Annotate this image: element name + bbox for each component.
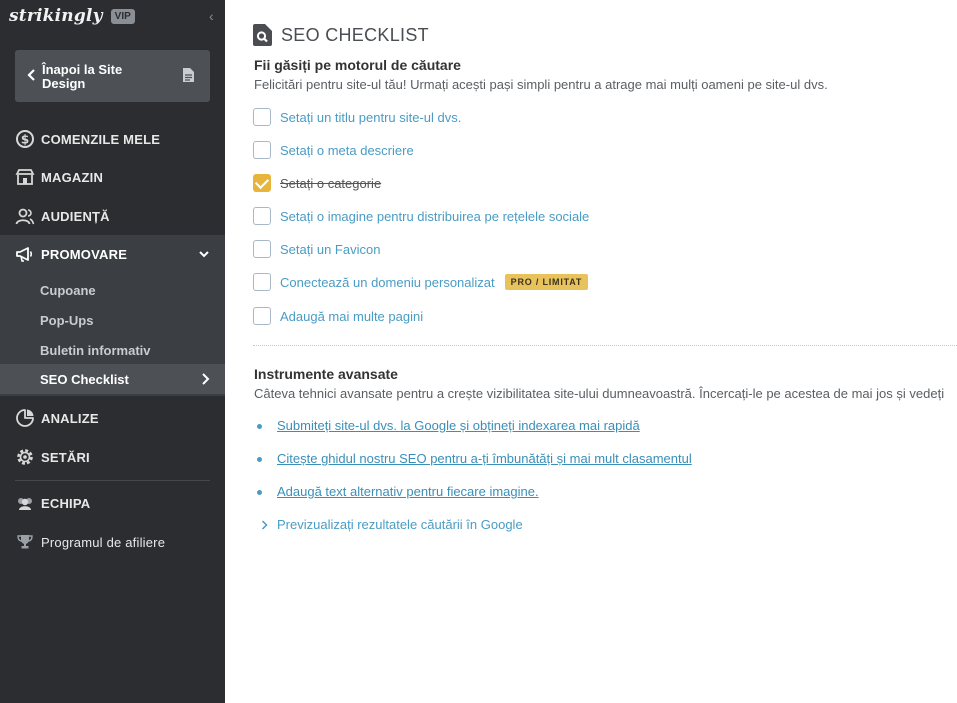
chevron-left-icon (27, 69, 35, 81)
checklist-item-more-pages[interactable]: Adaugă mai multe pagini (253, 307, 423, 325)
trophy-icon (17, 535, 33, 549)
search-engine-heading: Fii găsiți pe motorul de căutare (254, 57, 461, 73)
sub-label-popups: Pop-Ups (40, 312, 94, 328)
checklist-item-meta-description[interactable]: Setați o meta descriere (253, 141, 414, 159)
checkbox[interactable] (253, 240, 271, 258)
nav-item-affiliate[interactable]: Programul de afiliere (0, 523, 225, 561)
megaphone-icon (16, 247, 33, 262)
nav-item-team[interactable]: ECHIPA (0, 484, 225, 522)
checklist-item-site-title[interactable]: Setați un titlu pentru site-ul dvs. (253, 108, 461, 126)
pie-chart-icon (16, 409, 34, 427)
nav-item-promote[interactable]: PROMOVARE (0, 235, 225, 273)
checklist-item-custom-domain[interactable]: Conectează un domeniu personalizat PRO /… (253, 273, 589, 291)
dollar-circle-icon: $ (16, 130, 34, 148)
bullet (257, 424, 262, 429)
sidebar-item-popups[interactable]: Pop-Ups (0, 305, 225, 335)
back-to-site-design-label: Înapoi la Site Design (42, 62, 123, 91)
checklist-label[interactable]: Setați o categorie (280, 176, 381, 191)
sidebar: strikingly VIP ‹ Înapoi la Site Design $… (0, 0, 225, 703)
checkbox[interactable] (253, 273, 271, 291)
advanced-tools-heading: Instrumente avansate (254, 366, 398, 382)
nav-label-promote: PROMOVARE (41, 246, 128, 262)
section-divider (253, 345, 957, 346)
chevron-right-icon (202, 373, 210, 385)
checklist-item-category[interactable]: Setați o categorie (253, 174, 381, 192)
chevron-right-icon (261, 520, 268, 530)
nav-item-orders[interactable]: $ COMENZILE MELE (0, 120, 225, 158)
bullet (257, 457, 262, 462)
sub-label-seo-checklist: SEO Checklist (40, 371, 129, 387)
nav-item-analytics[interactable]: ANALIZE (0, 399, 225, 437)
nav-item-store[interactable]: MAGAZIN (0, 158, 225, 196)
seo-search-icon (253, 24, 272, 46)
vip-badge: VIP (110, 8, 135, 24)
svg-text:$: $ (21, 133, 29, 147)
checklist-item-social-image[interactable]: Setați o imagine pentru distribuirea pe … (253, 207, 589, 225)
nav-item-settings[interactable]: SETĂRI (0, 438, 225, 476)
chevron-down-icon (199, 251, 209, 258)
checklist-label[interactable]: Conectează un domeniu personalizat (280, 275, 495, 290)
link-alt-text[interactable]: Adaugă text alternativ pentru fiecare im… (277, 484, 539, 499)
nav-label-team: ECHIPA (41, 495, 91, 511)
sidebar-item-coupons[interactable]: Cupoane (0, 275, 225, 305)
store-icon (15, 169, 35, 185)
sidebar-item-newsletter[interactable]: Buletin informativ (0, 335, 225, 365)
bullet (257, 490, 262, 495)
sub-label-coupons: Cupoane (40, 282, 96, 298)
gear-icon (17, 449, 33, 465)
nav-label-analytics: ANALIZE (41, 410, 99, 426)
checkbox[interactable] (253, 141, 271, 159)
search-engine-description: Felicitări pentru site-ul tău! Urmați ac… (254, 77, 828, 92)
collapse-sidebar-icon[interactable]: ‹ (209, 9, 214, 23)
link-seo-guide[interactable]: Citește ghidul nostru SEO pentru a-ți îm… (277, 451, 692, 466)
checklist-label[interactable]: Adaugă mai multe pagini (280, 309, 423, 324)
checkbox-checked[interactable] (253, 174, 271, 192)
checklist-label[interactable]: Setați un titlu pentru site-ul dvs. (280, 110, 461, 125)
nav-label-orders: COMENZILE MELE (41, 131, 161, 147)
strikingly-logo[interactable]: strikingly (9, 6, 103, 26)
pro-limited-badge: PRO / LIMITAT (504, 274, 589, 290)
page-title-row: SEO CHECKLIST (253, 24, 429, 46)
nav-label-affiliate: Programul de afiliere (41, 534, 166, 550)
logo-row: strikingly VIP (9, 5, 135, 27)
checklist-label[interactable]: Setați o imagine pentru distribuirea pe … (280, 209, 589, 224)
checkbox[interactable] (253, 207, 271, 225)
sub-label-newsletter: Buletin informativ (40, 342, 151, 358)
document-icon (183, 68, 194, 82)
checklist-item-favicon[interactable]: Setați un Favicon (253, 240, 380, 258)
team-icon (18, 498, 32, 510)
checkbox[interactable] (253, 307, 271, 325)
main-content: SEO CHECKLIST Fii găsiți pe motorul de c… (225, 0, 957, 703)
link-submit-to-google[interactable]: Submiteți site-ul dvs. la Google și obți… (277, 418, 640, 433)
checklist-label[interactable]: Setați o meta descriere (280, 143, 414, 158)
back-to-site-design-button[interactable]: Înapoi la Site Design (15, 50, 210, 102)
checkbox[interactable] (253, 108, 271, 126)
page-title: SEO CHECKLIST (281, 24, 429, 45)
sidebar-divider (15, 480, 210, 481)
preview-google-results-toggle[interactable]: Previzualizați rezultatele căutării în G… (277, 517, 523, 532)
checklist-label[interactable]: Setați un Favicon (280, 242, 380, 257)
nav-item-audience[interactable]: AUDIENȚĂ (0, 197, 225, 235)
nav-label-settings: SETĂRI (41, 449, 90, 465)
sidebar-item-seo-checklist[interactable]: SEO Checklist (0, 364, 225, 394)
nav-label-audience: AUDIENȚĂ (41, 208, 110, 224)
nav-label-store: MAGAZIN (41, 169, 104, 185)
audience-icon (15, 208, 35, 225)
advanced-tools-description: Câteva tehnici avansate pentru a crește … (254, 386, 945, 401)
